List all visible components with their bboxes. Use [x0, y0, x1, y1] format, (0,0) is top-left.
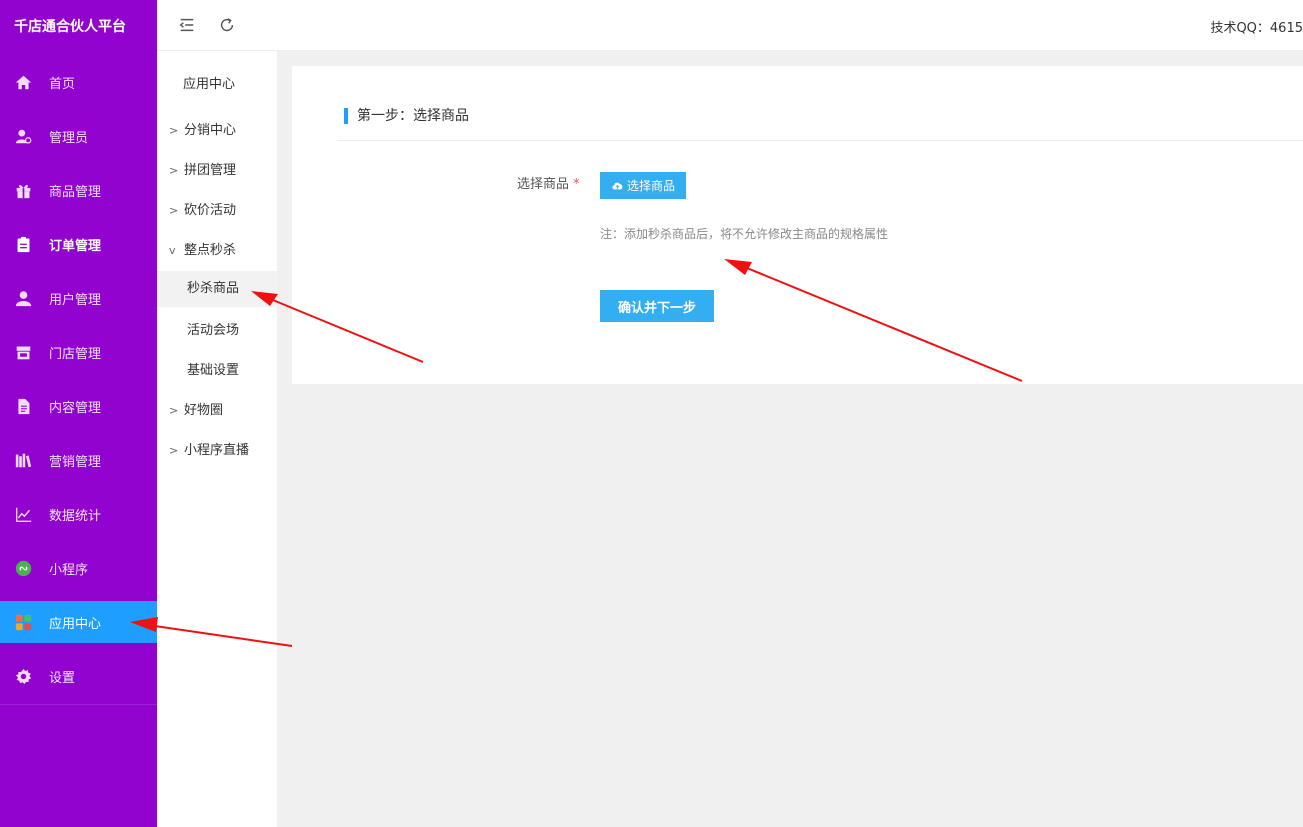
store-icon — [14, 343, 32, 361]
subnav-item-bargain[interactable]: > 砍价活动 — [157, 193, 277, 229]
subnav-item-group-buy[interactable]: > 拼团管理 — [157, 153, 277, 189]
subnav-item-flash-sale-goods[interactable]: 秒杀商品 — [157, 271, 277, 307]
nav-item-home[interactable]: 首页 — [0, 61, 157, 103]
select-goods-label: 选择商品 * — [517, 173, 580, 192]
chevron-right-icon: > — [169, 444, 179, 457]
subnav-item-label: 小程序直播 — [184, 443, 250, 458]
sub-sidebar: 应用中心 > 分销中心 > 拼团管理 > 砍价活动 v 整点秒杀 秒杀商品 活动… — [157, 0, 277, 827]
nav-item-label: 设置 — [49, 670, 76, 686]
nav-item-label: 商品管理 — [49, 184, 102, 200]
gift-icon — [14, 181, 32, 199]
subnav-item-label: 活动会场 — [187, 323, 240, 338]
subnav-item-label: 基础设置 — [187, 363, 240, 378]
nav-item-marketing[interactable]: 营销管理 — [0, 439, 157, 481]
chevron-right-icon: > — [169, 124, 179, 137]
document-icon — [14, 397, 32, 415]
nav-item-admin[interactable]: 管理员 — [0, 115, 157, 157]
nav-item-label: 数据统计 — [49, 508, 102, 524]
subnav-item-basic-settings[interactable]: 基础设置 — [157, 353, 277, 389]
field-label-text: 选择商品 — [517, 177, 570, 192]
subnav-item-label: 分销中心 — [184, 123, 237, 138]
step-divider — [337, 140, 1303, 141]
required-mark: * — [573, 177, 580, 192]
main-sidebar: 千店通合伙人平台 首页 管理员 商品管理 订单管理 用户管理 门店管理 内容管理… — [0, 0, 157, 827]
nav-item-content[interactable]: 内容管理 — [0, 385, 157, 427]
step-title: 第一步：选择商品 — [344, 108, 469, 124]
subnav-item-flash-sale[interactable]: v 整点秒杀 — [157, 233, 277, 269]
subnav-item-label: 好物圈 — [184, 403, 224, 418]
nav-item-goods[interactable]: 商品管理 — [0, 169, 157, 211]
select-goods-button[interactable]: 选择商品 — [600, 172, 687, 199]
nav-item-label: 门店管理 — [49, 346, 102, 362]
subnav-item-label: 砍价活动 — [184, 203, 237, 218]
line-chart-icon — [14, 505, 32, 523]
nav-item-orders[interactable]: 订单管理 — [0, 223, 157, 265]
select-goods-button-label: 选择商品 — [627, 179, 676, 193]
subnav-item-label: 整点秒杀 — [184, 243, 237, 258]
nav-item-miniprogram[interactable]: 小程序 — [0, 547, 157, 589]
collapse-menu-icon[interactable] — [178, 16, 198, 36]
nav-item-users[interactable]: 用户管理 — [0, 277, 157, 319]
nav-item-label: 用户管理 — [49, 292, 102, 308]
main-card: 第一步：选择商品 选择商品 * 选择商品 注：添加秒杀商品后，将不允许修改主商品的… — [292, 66, 1303, 384]
books-icon — [14, 451, 32, 469]
nav-item-label: 首页 — [49, 76, 76, 92]
nav-item-label: 应用中心 — [49, 616, 102, 632]
tech-support-qq: 技术QQ：4615 — [1210, 21, 1303, 36]
home-icon — [14, 73, 32, 91]
nav-item-app-center[interactable]: 应用中心 — [0, 601, 157, 643]
nav-item-label: 管理员 — [49, 130, 89, 146]
nav-item-stores[interactable]: 门店管理 — [0, 331, 157, 373]
subnav-title: 应用中心 — [183, 77, 236, 92]
subnav-item-distribution[interactable]: > 分销中心 — [157, 113, 277, 149]
user-icon — [14, 289, 32, 307]
nav-item-statistics[interactable]: 数据统计 — [0, 493, 157, 535]
subnav-item-event-venue[interactable]: 活动会场 — [157, 313, 277, 349]
chevron-down-icon: v — [169, 244, 176, 257]
chevron-right-icon: > — [169, 204, 179, 217]
admin-icon — [14, 127, 32, 145]
nav-item-label: 内容管理 — [49, 400, 102, 416]
chevron-right-icon: > — [169, 164, 179, 177]
nav-item-label: 营销管理 — [49, 454, 102, 470]
sidebar-divider — [0, 704, 157, 705]
nav-item-label: 订单管理 — [49, 238, 102, 254]
subnav-item-good-things-circle[interactable]: > 好物圈 — [157, 393, 277, 429]
apps-icon — [14, 613, 32, 631]
subnav-item-live-stream[interactable]: > 小程序直播 — [157, 433, 277, 469]
chevron-right-icon: > — [169, 404, 179, 417]
gear-icon — [14, 667, 32, 685]
brand-title: 千店通合伙人平台 — [14, 19, 126, 35]
subnav-item-label: 秒杀商品 — [187, 281, 240, 296]
clipboard-icon — [14, 235, 32, 253]
refresh-icon[interactable] — [218, 16, 238, 36]
confirm-next-button[interactable]: 确认并下一步 — [600, 290, 714, 322]
subnav-item-label: 拼团管理 — [184, 163, 237, 178]
nav-item-settings[interactable]: 设置 — [0, 655, 157, 697]
hint-note: 注：添加秒杀商品后，将不允许修改主商品的规格属性 — [600, 227, 889, 241]
top-header: 技术QQ：4615 — [157, 0, 1303, 51]
miniprogram-icon — [14, 559, 32, 577]
cloud-upload-icon — [612, 182, 623, 190]
nav-item-label: 小程序 — [49, 562, 89, 578]
